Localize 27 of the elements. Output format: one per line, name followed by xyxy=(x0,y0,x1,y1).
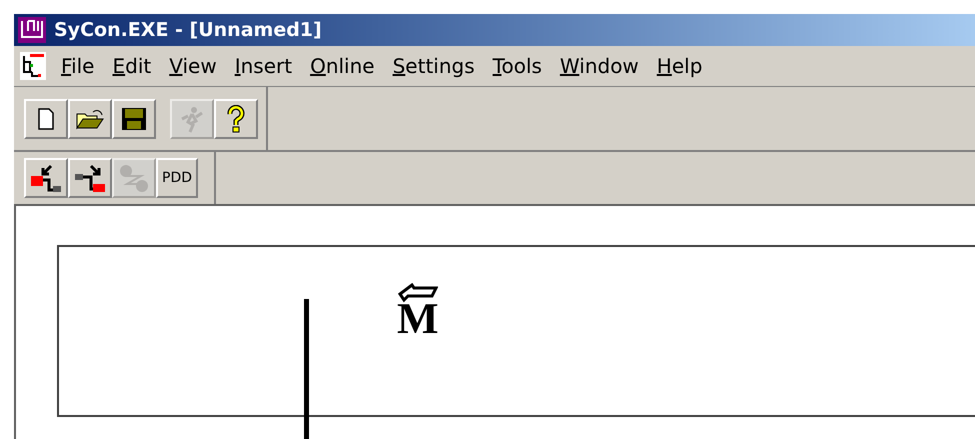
cursor-arrow-icon xyxy=(398,283,438,303)
app-logo-icon xyxy=(18,17,46,43)
tree-network-icon xyxy=(20,52,46,80)
link-icon xyxy=(117,162,151,194)
menu-item[interactable]: Edit xyxy=(109,51,154,81)
network-upload-icon xyxy=(29,162,63,194)
question-mark-icon xyxy=(226,104,246,132)
toolbar-button[interactable] xyxy=(24,98,68,138)
toolbar-button[interactable] xyxy=(68,98,112,138)
toolbar-button[interactable] xyxy=(68,158,112,198)
menu-item[interactable]: Online xyxy=(307,51,378,81)
folder-icon xyxy=(75,108,105,130)
toolbar-button[interactable] xyxy=(24,158,68,198)
menu-item[interactable]: View xyxy=(166,51,220,81)
menu-item[interactable]: Insert xyxy=(232,51,296,81)
menu-item[interactable]: Tools xyxy=(490,51,545,81)
menu-item[interactable]: File xyxy=(58,51,98,81)
menu-item[interactable]: Window xyxy=(556,51,642,81)
window-title: SyCon.EXE - [Unnamed1] xyxy=(54,18,322,43)
network-download-icon xyxy=(73,162,107,194)
pdd-button[interactable]: PDD xyxy=(156,158,198,198)
toolbar-button[interactable] xyxy=(214,98,258,138)
menu-item[interactable]: Help xyxy=(654,51,706,81)
blank-page-icon xyxy=(37,108,55,130)
toolbar-button[interactable] xyxy=(112,98,156,138)
menu-item[interactable]: Settings xyxy=(390,51,478,81)
cursor-label: M xyxy=(397,297,439,341)
